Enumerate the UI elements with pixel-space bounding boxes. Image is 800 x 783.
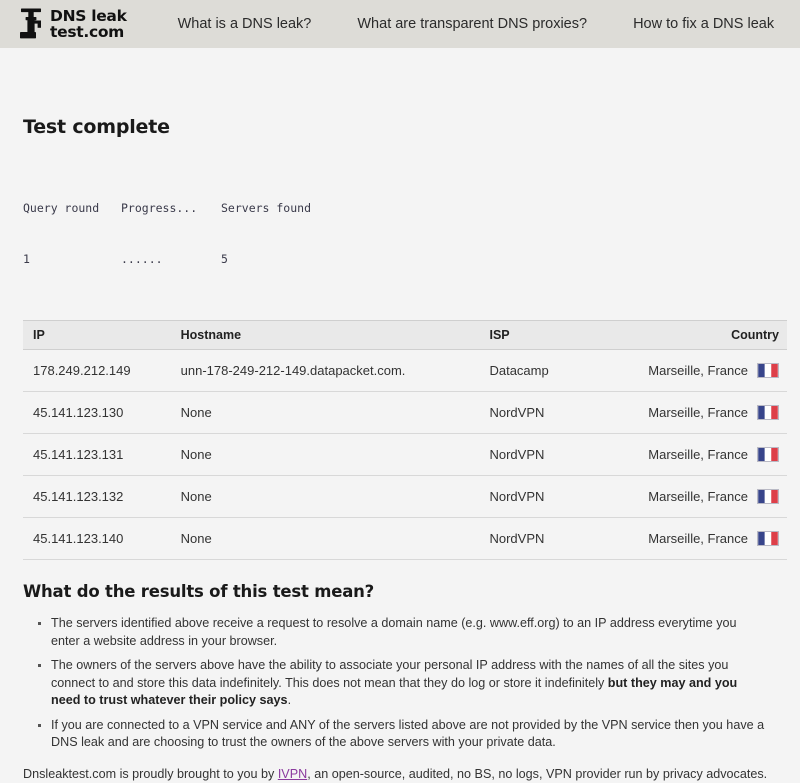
cell-hostname: None: [171, 518, 480, 560]
ivpn-link[interactable]: IVPN: [278, 767, 307, 781]
cell-ip: 45.141.123.132: [23, 476, 171, 518]
nav-link-what-is-a-dns-leak[interactable]: What is a DNS leak?: [155, 16, 335, 32]
flag-france-icon: [757, 447, 779, 462]
page-title: Test complete: [23, 116, 782, 138]
site-header: DNS leak test.com What is a DNS leak? Wh…: [0, 0, 800, 48]
country-label: Marseille, France: [648, 531, 748, 546]
table-row: 178.249.212.149unn-178-249-212-149.datap…: [23, 350, 787, 392]
nav-link-how-to-fix-a-dns-leak[interactable]: How to fix a DNS leak: [610, 16, 797, 32]
table-row: 45.141.123.131NoneNordVPN Marseille, Fran…: [23, 434, 787, 476]
country-wrap: Marseille, France: [648, 363, 779, 378]
status-query-round: Query round 1: [23, 166, 121, 302]
cell-hostname: None: [171, 392, 480, 434]
footer-text-before: Dnsleaktest.com is proudly brought to yo…: [23, 767, 278, 781]
country-label: Marseille, France: [648, 363, 748, 378]
table-header-row: IP Hostname ISP Country: [23, 321, 787, 350]
cell-country: Marseille, France: [638, 350, 787, 392]
faucet-tap-icon: [18, 7, 44, 41]
column-header-ip: IP: [23, 321, 171, 350]
country-wrap: Marseille, France: [648, 531, 779, 546]
country-label: Marseille, France: [648, 489, 748, 504]
cell-ip: 45.141.123.140: [23, 518, 171, 560]
country-label: Marseille, France: [648, 405, 748, 420]
bullet-text: If you are connected to a VPN service an…: [51, 718, 764, 750]
bullet-text-tail: .: [288, 693, 292, 707]
cell-hostname: None: [171, 434, 480, 476]
site-logo[interactable]: DNS leak test.com: [18, 7, 127, 41]
explainer-bullet: The owners of the servers above have the…: [51, 657, 782, 710]
status-servers-found-value: 5: [221, 251, 341, 268]
status-query-round-value: 1: [23, 251, 121, 268]
cell-isp: NordVPN: [479, 476, 638, 518]
country-label: Marseille, France: [648, 447, 748, 462]
cell-country: Marseille, France: [638, 392, 787, 434]
country-wrap: Marseille, France: [648, 489, 779, 504]
country-wrap: Marseille, France: [648, 405, 779, 420]
table-row: 45.141.123.132NoneNordVPN Marseille, Fran…: [23, 476, 787, 518]
page-content: Test complete Query round 1 Progress... …: [0, 116, 800, 783]
status-progress-value: ......: [121, 251, 221, 268]
flag-france-icon: [757, 489, 779, 504]
column-header-country: Country: [638, 321, 787, 350]
nav-link-transparent-dns-proxies[interactable]: What are transparent DNS proxies?: [334, 16, 610, 32]
table-row: 45.141.123.140NoneNordVPN Marseille, Fran…: [23, 518, 787, 560]
flag-france-icon: [757, 363, 779, 378]
cell-isp: Datacamp: [479, 350, 638, 392]
column-header-hostname: Hostname: [171, 321, 480, 350]
footer-text-after: , an open-source, audited, no BS, no log…: [307, 767, 767, 781]
cell-hostname: None: [171, 476, 480, 518]
explainer-bullet: If you are connected to a VPN service an…: [51, 717, 782, 752]
status-query-round-label: Query round: [23, 200, 121, 217]
table-header: IP Hostname ISP Country: [23, 321, 787, 350]
explainer-bullet: The servers identified above receive a r…: [51, 615, 782, 650]
flag-france-icon: [757, 405, 779, 420]
cell-hostname: unn-178-249-212-149.datapacket.com.: [171, 350, 480, 392]
cell-country: Marseille, France: [638, 434, 787, 476]
cell-ip: 178.249.212.149: [23, 350, 171, 392]
cell-ip: 45.141.123.131: [23, 434, 171, 476]
cell-ip: 45.141.123.130: [23, 392, 171, 434]
status-servers-found: Servers found 5: [221, 166, 341, 302]
status-servers-found-label: Servers found: [221, 200, 341, 217]
column-header-isp: ISP: [479, 321, 638, 350]
country-wrap: Marseille, France: [648, 447, 779, 462]
logo-text-line2: test.com: [50, 24, 127, 40]
footer-note: Dnsleaktest.com is proudly brought to yo…: [23, 766, 782, 783]
cell-isp: NordVPN: [479, 434, 638, 476]
test-status-strip: Query round 1 Progress... ...... Servers…: [23, 166, 782, 302]
explainer-title: What do the results of this test mean?: [23, 582, 782, 601]
cell-country: Marseille, France: [638, 518, 787, 560]
primary-nav: What is a DNS leak? What are transparent…: [155, 16, 798, 32]
table-body: 178.249.212.149unn-178-249-212-149.datap…: [23, 350, 787, 560]
status-progress: Progress... ......: [121, 166, 221, 302]
dns-servers-table: IP Hostname ISP Country 178.249.212.149u…: [23, 320, 787, 560]
flag-france-icon: [757, 531, 779, 546]
status-progress-label: Progress...: [121, 200, 221, 217]
cell-isp: NordVPN: [479, 518, 638, 560]
cell-isp: NordVPN: [479, 392, 638, 434]
explainer-list: The servers identified above receive a r…: [18, 615, 782, 752]
table-row: 45.141.123.130NoneNordVPN Marseille, Fran…: [23, 392, 787, 434]
logo-text: DNS leak test.com: [50, 8, 127, 40]
cell-country: Marseille, France: [638, 476, 787, 518]
